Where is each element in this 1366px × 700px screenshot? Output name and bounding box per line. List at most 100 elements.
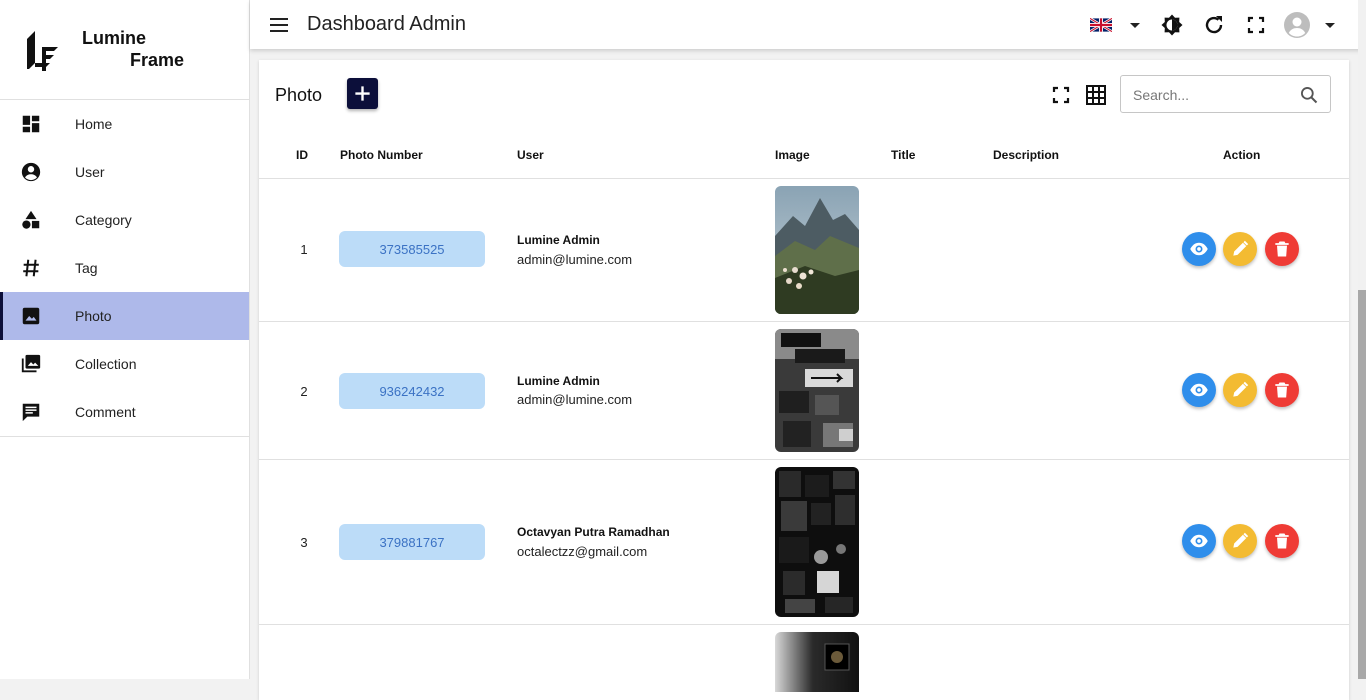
uk-flag-icon[interactable] — [1090, 18, 1112, 32]
trash-icon — [1275, 241, 1289, 257]
photo-number-text: 379881767 — [379, 534, 445, 550]
photo-number-badge: 379881767 — [339, 524, 485, 560]
logo-icon — [27, 31, 58, 71]
photo-number-text: 373585525 — [379, 241, 445, 257]
eye-icon — [1190, 242, 1208, 256]
table-row: 1 373585525 Lumine Admin admin@lumine.co… — [259, 179, 1349, 322]
language-dropdown-chevron-icon[interactable] — [1123, 13, 1147, 37]
sidebar-item-label: Collection — [75, 356, 137, 372]
sidebar-item-user[interactable]: User — [0, 148, 249, 196]
pencil-icon — [1233, 381, 1249, 397]
user-email: admin@lumine.com — [517, 392, 633, 407]
sidebar-item-collection[interactable]: Collection — [0, 340, 249, 388]
photo-thumbnail[interactable] — [775, 632, 859, 692]
user-name: Octavyan Putra Ramadhan — [517, 525, 670, 539]
sidebar-item-comment[interactable]: Comment — [0, 388, 249, 436]
pencil-icon — [1233, 532, 1249, 548]
photo-number-badge: 936242432 — [339, 373, 485, 409]
hamburger-menu-icon[interactable] — [268, 15, 290, 35]
column-header-title[interactable]: Title — [891, 148, 915, 162]
photo-thumbnail[interactable] — [775, 467, 859, 617]
table-row — [259, 625, 1349, 692]
dark-collage-photo — [775, 467, 859, 617]
comment-icon — [22, 403, 40, 422]
delete-button[interactable] — [1265, 373, 1299, 407]
account-circle-icon — [21, 162, 41, 182]
trash-icon — [1275, 533, 1289, 549]
user-email: admin@lumine.com — [517, 252, 633, 267]
top-app-bar: Dashboard Admin — [250, 0, 1366, 49]
row-id: 1 — [300, 242, 308, 257]
column-header-user[interactable]: User — [517, 148, 544, 162]
search-icon[interactable] — [1299, 85, 1319, 105]
card-title: Photo — [275, 85, 323, 105]
page-scrollbar[interactable] — [1358, 0, 1366, 679]
view-button[interactable] — [1182, 524, 1216, 558]
sidebar-item-label: Tag — [75, 260, 98, 276]
column-header-image[interactable]: Image — [775, 148, 810, 162]
trash-icon — [1275, 382, 1289, 398]
brand-name-line2: Frame — [130, 50, 185, 70]
street-signs-photo — [775, 329, 859, 452]
eye-icon — [1190, 534, 1208, 548]
photo-number-badge: 373585525 — [339, 231, 485, 267]
brand: Lumine Frame — [0, 0, 249, 100]
delete-button[interactable] — [1265, 232, 1299, 266]
user-name: Lumine Admin — [517, 233, 600, 247]
delete-button[interactable] — [1265, 524, 1299, 558]
sidebar-item-home[interactable]: Home — [0, 100, 249, 148]
column-header-action[interactable]: Action — [1223, 148, 1260, 162]
partial-photo — [775, 632, 859, 692]
shapes-icon — [22, 210, 40, 229]
dashboard-icon — [22, 115, 40, 133]
sidebar-item-category[interactable]: Category — [0, 196, 249, 244]
edit-button[interactable] — [1223, 524, 1257, 558]
search-box[interactable] — [1120, 75, 1331, 113]
sidebar: Lumine Frame Home User Category Tag Phot… — [0, 0, 250, 679]
column-header-photo-number[interactable]: Photo Number — [340, 148, 423, 162]
edit-button[interactable] — [1223, 232, 1257, 266]
fullscreen-icon[interactable] — [1244, 13, 1268, 37]
image-multiple-icon — [21, 354, 41, 373]
view-button[interactable] — [1182, 373, 1216, 407]
scrollbar-thumb[interactable] — [1358, 290, 1366, 679]
edit-button[interactable] — [1223, 373, 1257, 407]
table-row: 3 379881767 Octavyan Putra Ramadhan octa… — [259, 460, 1349, 625]
sidebar-item-label: User — [75, 164, 105, 180]
image-icon — [22, 307, 40, 325]
avatar-icon[interactable] — [1283, 11, 1311, 39]
photo-number-text: 936242432 — [379, 383, 445, 399]
row-id: 3 — [300, 535, 308, 550]
column-header-description[interactable]: Description — [993, 148, 1059, 162]
hashtag-icon — [23, 259, 39, 277]
page-title: Dashboard Admin — [307, 13, 466, 35]
user-name: Lumine Admin — [517, 374, 600, 388]
account-dropdown-chevron-icon[interactable] — [1318, 13, 1342, 37]
pencil-icon — [1233, 240, 1249, 256]
add-icon — [355, 86, 370, 101]
sidebar-item-photo[interactable]: Photo — [0, 292, 249, 340]
table-fullscreen-icon[interactable] — [1049, 83, 1073, 107]
sidebar-nav: Home User Category Tag Photo Collection … — [0, 100, 249, 437]
search-input[interactable] — [1131, 84, 1295, 106]
view-button[interactable] — [1182, 232, 1216, 266]
photo-table-card: Photo ID Photo Number User Image Title D… — [259, 60, 1349, 700]
table-header: ID Photo Number User Image Title Descrip… — [259, 132, 1349, 179]
refresh-icon[interactable] — [1202, 13, 1226, 37]
photo-thumbnail[interactable] — [775, 186, 859, 314]
sidebar-item-label: Comment — [75, 404, 136, 420]
photo-thumbnail[interactable] — [775, 329, 859, 452]
add-photo-button[interactable] — [347, 78, 378, 109]
grid-view-icon[interactable] — [1084, 83, 1108, 107]
row-id: 2 — [300, 384, 308, 399]
user-email: octalectzz@gmail.com — [517, 544, 648, 559]
sidebar-item-label: Photo — [75, 308, 112, 324]
sidebar-item-label: Home — [75, 116, 113, 132]
brand-name-line1: Lumine — [82, 28, 147, 48]
column-header-id[interactable]: ID — [296, 148, 308, 162]
sidebar-item-tag[interactable]: Tag — [0, 244, 249, 292]
theme-toggle-icon[interactable] — [1160, 13, 1184, 37]
sidebar-item-label: Category — [75, 212, 132, 228]
mountain-flowers-photo — [775, 186, 859, 314]
eye-icon — [1190, 383, 1208, 397]
